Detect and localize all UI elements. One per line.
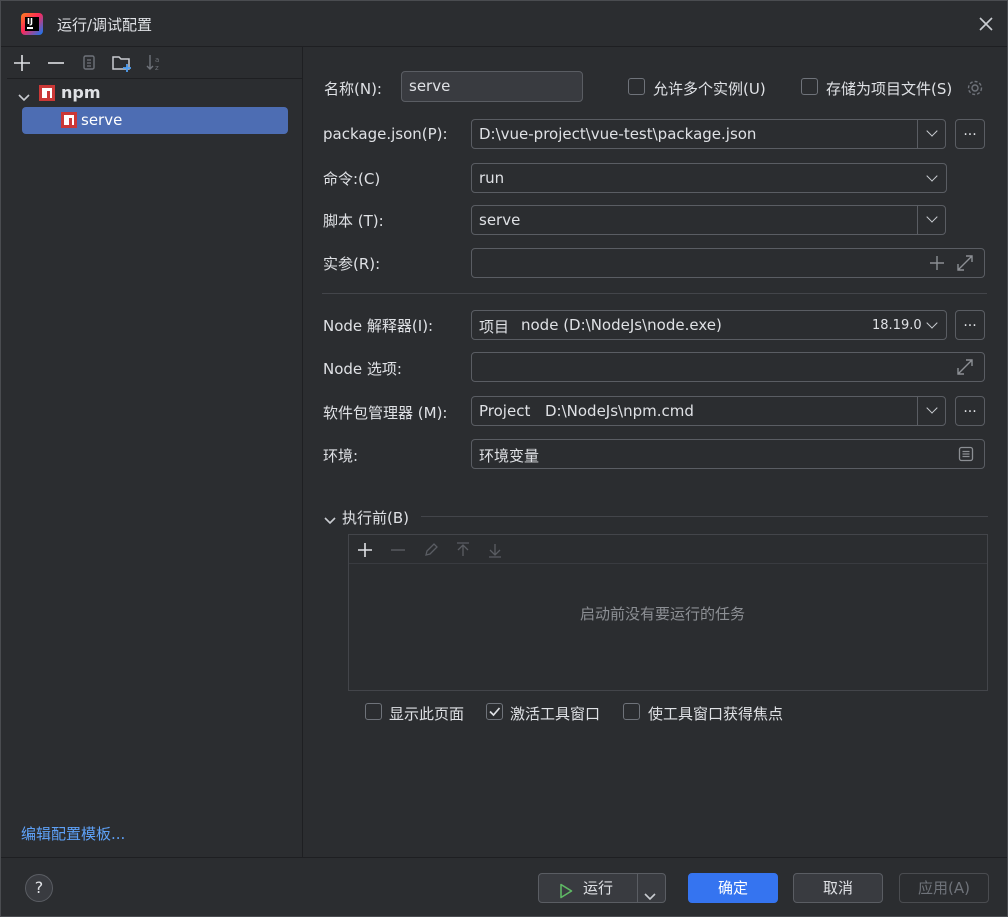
before-launch-panel: 启动前没有要运行的任务 (348, 534, 988, 691)
config-form: 名称(N): serve 允许多个实例(U) 存储为项目文件(S) packag… (304, 47, 1007, 857)
svg-text:a: a (155, 56, 159, 64)
focus-tool-window-checkbox[interactable] (623, 703, 640, 720)
run-label: 运行 (583, 879, 614, 897)
ok-button[interactable]: 确定 (688, 873, 778, 903)
arguments-field[interactable] (471, 248, 985, 278)
intellij-app-icon: IJ (21, 13, 43, 35)
close-icon[interactable] (977, 15, 995, 33)
environment-label: 环境: (323, 447, 359, 465)
tree-item-serve[interactable]: serve (22, 107, 288, 134)
help-button[interactable]: ? (25, 874, 53, 902)
node-options-field[interactable] (471, 352, 985, 382)
list-icon[interactable] (958, 446, 974, 462)
chevron-down-icon[interactable] (643, 883, 657, 901)
tree-group-label: npm (61, 83, 101, 102)
remove-icon[interactable] (390, 542, 406, 558)
chevron-down-icon[interactable] (18, 89, 30, 102)
edit-templates-link[interactable]: 编辑配置模板... (21, 823, 125, 844)
package-manager-browse-button[interactable]: ... (955, 396, 985, 426)
node-options-label: Node 选项: (323, 360, 402, 378)
node-interpreter-label: Node 解释器(I): (323, 317, 434, 335)
before-launch-header[interactable]: 执行前(B) (322, 507, 988, 527)
show-page-checkbox[interactable] (365, 703, 382, 720)
activate-tool-window-checkbox[interactable] (486, 703, 503, 720)
cancel-button[interactable]: 取消 (793, 873, 883, 903)
remove-icon[interactable] (47, 54, 65, 72)
arguments-label: 实参(R): (323, 255, 381, 273)
move-down-icon[interactable] (487, 542, 503, 558)
command-select[interactable]: run (471, 163, 947, 193)
before-launch-rule (421, 516, 988, 517)
copy-icon[interactable] (80, 53, 98, 71)
npm-icon (61, 112, 77, 128)
run-split-divider (637, 874, 638, 902)
store-as-file-checkbox[interactable] (801, 78, 818, 95)
new-folder-icon[interactable] (111, 53, 133, 73)
gear-icon[interactable] (966, 79, 984, 97)
name-field[interactable]: serve (401, 71, 583, 102)
expand-icon[interactable] (956, 254, 974, 272)
add-icon[interactable] (357, 542, 373, 558)
scripts-combo[interactable]: serve (471, 205, 946, 235)
run-debug-config-dialog: IJ 运行/调试配置 az npm serve 编辑配置模板... 名称(N):… (0, 0, 1008, 917)
before-launch-title: 执行前(B) (342, 509, 409, 527)
apply-button[interactable]: 应用(A) (899, 873, 989, 903)
dialog-title: 运行/调试配置 (57, 16, 153, 34)
title-bar: IJ 运行/调试配置 (1, 1, 1007, 47)
before-launch-toolbar (349, 535, 987, 564)
store-as-file-label: 存储为项目文件(S) (826, 80, 953, 98)
package-json-combo[interactable]: D:\vue-project\vue-test\package.json (471, 119, 946, 149)
expand-icon[interactable] (956, 358, 974, 376)
tree-group-npm[interactable]: npm (7, 81, 303, 107)
package-manager-combo[interactable]: Project D:\NodeJs\npm.cmd (471, 396, 946, 426)
package-json-label: package.json(P): (323, 125, 448, 143)
node-interpreter-browse-button[interactable]: ... (955, 310, 985, 340)
run-split-button[interactable]: 运行 (538, 873, 666, 903)
tree-item-label: serve (81, 111, 123, 129)
config-tree-panel: az npm serve 编辑配置模板... (7, 47, 303, 857)
sort-icon[interactable]: az (145, 53, 163, 72)
before-launch-empty: 启动前没有要运行的任务 (580, 605, 746, 623)
command-label: 命令:(C) (323, 170, 381, 188)
edit-icon[interactable] (423, 542, 439, 558)
npm-icon (39, 85, 55, 101)
scripts-label: 脚本 (T): (323, 212, 384, 230)
add-macro-icon[interactable] (929, 255, 945, 271)
move-up-icon[interactable] (455, 542, 471, 558)
package-manager-label: 软件包管理器 (M): (323, 404, 448, 422)
tree-toolbar: az (7, 47, 303, 79)
allow-parallel-label: 允许多个实例(U) (653, 80, 766, 98)
focus-tool-window-label: 使工具窗口获得焦点 (648, 705, 784, 723)
chevron-down-icon[interactable] (324, 512, 336, 525)
show-page-label: 显示此页面 (389, 705, 465, 723)
run-icon (559, 880, 573, 899)
name-label: 名称(N): (324, 80, 382, 98)
environment-field[interactable]: 环境变量 (471, 439, 985, 469)
dialog-footer: ? 运行 确定 取消 应用(A) (1, 857, 1007, 916)
package-json-browse-button[interactable]: ... (955, 119, 985, 149)
allow-parallel-checkbox[interactable] (628, 78, 645, 95)
svg-text:z: z (155, 64, 159, 71)
separator (322, 293, 987, 294)
add-icon[interactable] (13, 54, 31, 72)
activate-tool-window-label: 激活工具窗口 (510, 705, 601, 723)
node-interpreter-select[interactable]: 项目 node (D:\NodeJs\node.exe) 18.19.0 (471, 310, 947, 340)
